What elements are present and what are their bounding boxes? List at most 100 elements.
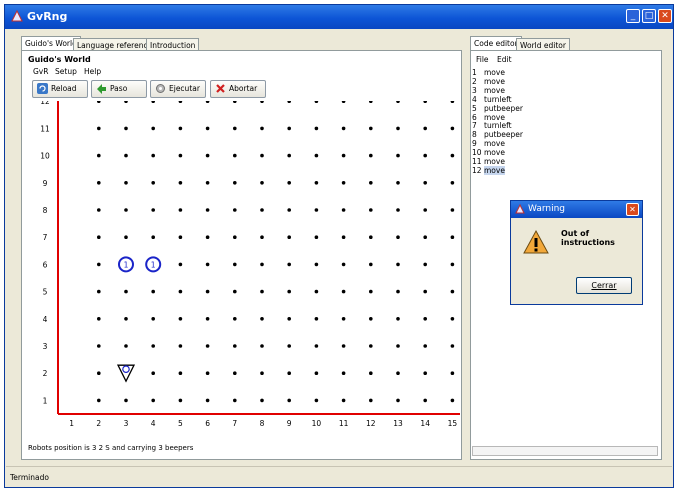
intersection-dot (233, 153, 237, 158)
intersection-dot (341, 289, 346, 294)
x-axis-label: 9 (287, 419, 292, 428)
intersection-dot (369, 208, 373, 212)
title-bar: GvRng _ □ ✕ (5, 5, 673, 29)
menu-file[interactable]: File (476, 55, 489, 64)
intersection-dot (341, 153, 346, 158)
dialog-title: Warning (528, 204, 566, 214)
x-axis-label: 10 (312, 419, 322, 428)
intersection-dot (233, 344, 237, 348)
dialog-close-ok-button[interactable]: Cerrar (576, 277, 632, 294)
code-line[interactable]: 3 move (472, 86, 505, 95)
world-canvas[interactable]: 1 2 3 4 5 6 7 8 9 10 11 12 13 14 151234567891011121 1 (27, 101, 460, 434)
code-line-text: move (484, 139, 505, 149)
code-line[interactable]: 9 move (472, 139, 505, 148)
intersection-dot (423, 126, 428, 131)
intersection-dot (233, 262, 237, 267)
code-line[interactable]: 7 turnleft (472, 121, 512, 130)
editor-scrollbar[interactable] (472, 446, 658, 456)
abort-button[interactable]: Abortar (210, 80, 266, 98)
y-axis-label: 2 (43, 369, 48, 378)
intersection-dot (205, 344, 210, 348)
intersection-dot (423, 262, 428, 267)
intersection-dot (287, 289, 292, 294)
x-axis-label: 5 (178, 419, 183, 428)
x-axis-label: 3 (124, 419, 129, 428)
intersection-dot (260, 181, 264, 185)
intersection-dot (97, 344, 101, 348)
code-line[interactable]: 5 putbeeper (472, 104, 523, 113)
close-button[interactable]: ✕ (658, 9, 672, 23)
code-line[interactable]: 11 move (472, 157, 505, 166)
intersection-dot (314, 317, 319, 321)
robot-beeper-indicator (122, 365, 130, 374)
line-number: 4 (472, 94, 477, 104)
intersection-dot (423, 317, 428, 321)
menu-help[interactable]: Help (84, 67, 101, 76)
reload-button[interactable]: Reload (32, 80, 88, 98)
intersection-dot (287, 153, 292, 158)
code-line[interactable]: 1 move (472, 68, 505, 77)
intersection-dot (450, 289, 455, 294)
maximize-button[interactable]: □ (642, 9, 656, 23)
y-axis-label: 8 (43, 206, 48, 215)
code-line-text: move (484, 68, 505, 77)
code-line[interactable]: 12 move (472, 165, 505, 175)
intersection-dot (423, 289, 428, 294)
intersection-dot (314, 262, 319, 267)
app-logo-icon (11, 10, 23, 22)
intersection-dot (314, 371, 319, 376)
intersection-dot (124, 344, 128, 348)
intersection-dot (97, 371, 101, 376)
intersection-dot (341, 262, 346, 267)
code-line[interactable]: 2 move (472, 77, 505, 86)
execute-button[interactable]: Ejecutar (150, 80, 206, 98)
intersection-dot (151, 289, 155, 294)
intersection-dot (450, 317, 455, 321)
intersection-dot (314, 153, 319, 158)
intersection-dot (369, 262, 373, 267)
x-axis-label: 15 (448, 419, 458, 428)
y-axis-label: 12 (40, 101, 50, 106)
intersection-dot (260, 126, 264, 131)
line-number: 9 (472, 139, 477, 149)
y-axis-label: 7 (43, 233, 48, 242)
intersection-dot (260, 235, 264, 239)
tab-guidos-world[interactable]: Guido's World (21, 36, 81, 51)
intersection-dot (124, 317, 128, 321)
intersection-dot (178, 153, 183, 158)
status-text: Terminado (10, 473, 49, 482)
code-line[interactable]: 6 move (472, 113, 505, 122)
line-number: 5 (472, 103, 477, 113)
intersection-dot (233, 317, 237, 321)
code-line-text: turnleft (484, 121, 512, 131)
tab-code-editor[interactable]: Code editor (470, 36, 522, 51)
code-line[interactable]: 10 move (472, 148, 505, 157)
minimize-button[interactable]: _ (626, 9, 640, 23)
intersection-dot (287, 371, 292, 376)
intersection-dot (178, 235, 183, 239)
dialog-close-button[interactable]: ✕ (626, 203, 639, 216)
line-number: 3 (472, 85, 477, 95)
step-button[interactable]: Paso (91, 80, 147, 98)
code-line-text: move (484, 157, 505, 166)
line-number: 10 (472, 148, 482, 158)
intersection-dot (260, 344, 264, 348)
intersection-dot (287, 317, 292, 321)
menu-setup[interactable]: Setup (55, 67, 77, 76)
intersection-dot (369, 126, 373, 131)
y-axis-label: 1 (43, 396, 48, 405)
x-axis-label: 6 (205, 419, 210, 428)
intersection-dot (97, 126, 101, 131)
x-axis-label: 14 (420, 419, 430, 428)
menu-edit[interactable]: Edit (497, 55, 512, 64)
intersection-dot (178, 262, 183, 267)
menu-gvr[interactable]: GvR (33, 67, 48, 76)
abort-label: Abortar (229, 84, 258, 93)
code-line[interactable]: 4 turnleft (472, 95, 512, 104)
intersection-dot (423, 181, 428, 185)
intersection-dot (205, 262, 210, 267)
intersection-dot (260, 371, 264, 376)
code-line[interactable]: 8 putbeeper (472, 130, 523, 139)
y-axis-label: 5 (43, 288, 48, 297)
y-axis-label: 9 (43, 179, 48, 188)
